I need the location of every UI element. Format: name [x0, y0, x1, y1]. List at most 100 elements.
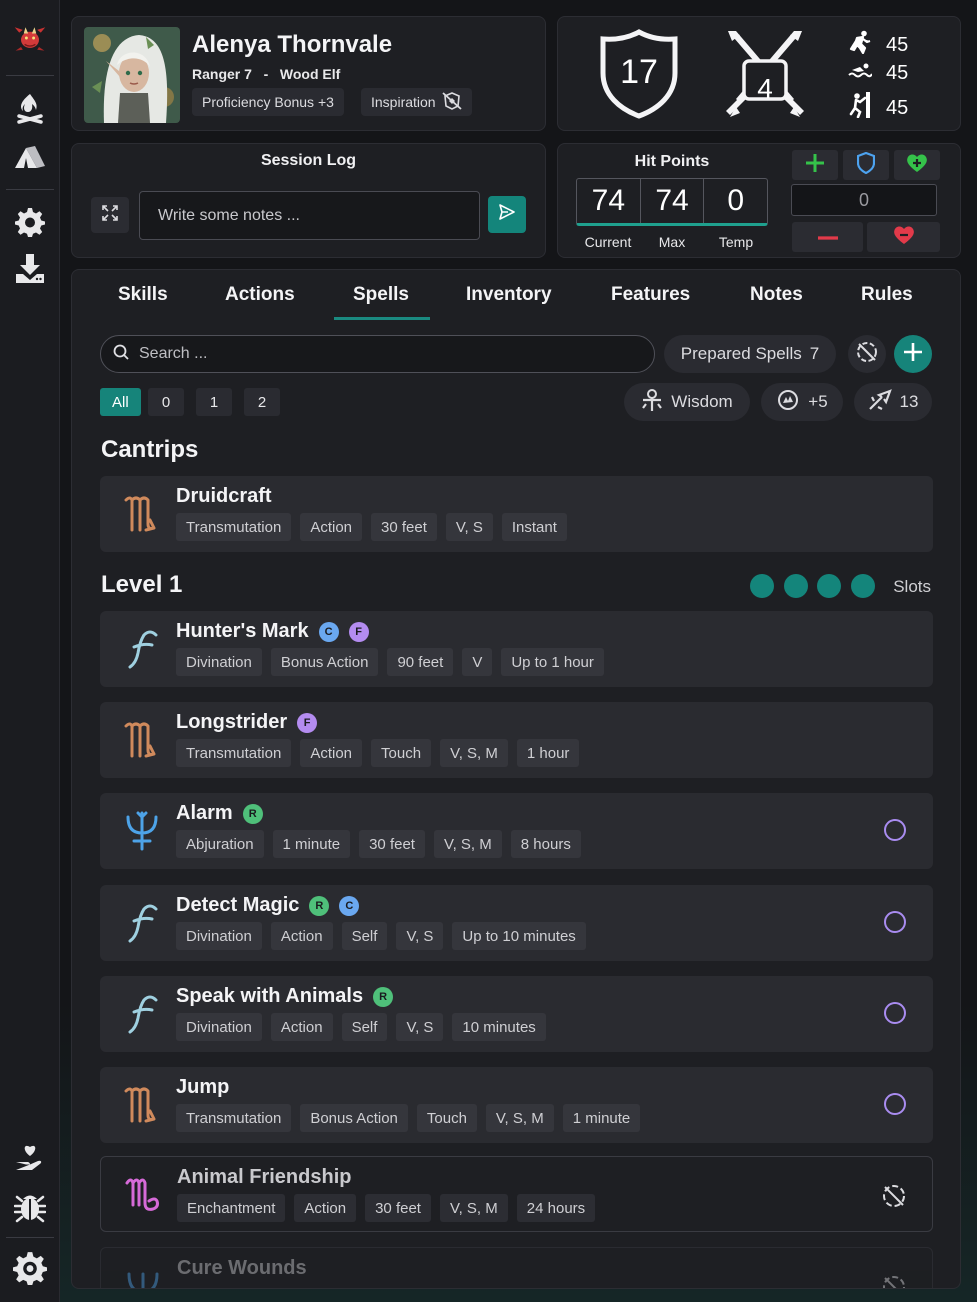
spell-slot-pip[interactable]	[750, 574, 774, 598]
spell-tag: 8 hours	[510, 830, 581, 858]
spell-name-row: Alarm R	[176, 802, 263, 825]
max-hp-heart-button[interactable]	[894, 150, 940, 180]
minus-icon	[817, 228, 839, 246]
hit-points-title: Hit Points	[634, 153, 710, 170]
hp-temp-value[interactable]: 0	[704, 179, 767, 223]
prepared-spells-pill[interactable]: Prepared Spells 7	[664, 335, 836, 373]
concentration-badge: C	[339, 895, 360, 916]
temp-hp-shield-button[interactable]	[843, 150, 889, 180]
tab-notes[interactable]: Notes	[750, 284, 803, 306]
filter-level-0[interactable]: 0	[148, 388, 184, 416]
send-note-button[interactable]	[488, 196, 526, 233]
spell-row[interactable]: Detect Magic R C Divination Action Self V, S Up…	[100, 885, 933, 961]
prepare-spell-toggle[interactable]	[884, 819, 906, 841]
spell-tag: Action	[300, 739, 363, 767]
sidebar-divider	[6, 75, 54, 76]
send-icon	[498, 203, 516, 226]
spell-name-row: Cure Wounds	[177, 1257, 307, 1280]
spell-tag: V	[462, 648, 493, 676]
app-sidebar	[0, 0, 60, 1302]
damage-heart-button[interactable]	[867, 222, 940, 252]
add-spell-button[interactable]	[894, 335, 932, 373]
camp-tent-icon[interactable]	[12, 139, 48, 175]
spell-tags: Transmutation Bonus Action Touch V, S, M 1 m…	[176, 1104, 641, 1132]
download-icon[interactable]	[12, 250, 48, 286]
spell-row[interactable]: Longstrider F Transmutation Action Touch V, S…	[100, 702, 933, 778]
tab-bar: Skills Actions Spells Inventory Features…	[72, 270, 960, 325]
spell-slot-pip[interactable]	[817, 574, 842, 598]
spell-attack-bonus-pill[interactable]: +5	[761, 383, 843, 421]
spell-row[interactable]: Animal Friendship Enchantment Action 30 fee…	[100, 1156, 933, 1232]
tab-spells[interactable]: Spells	[353, 284, 409, 306]
hp-amount-input[interactable]	[791, 184, 937, 216]
tab-inventory[interactable]: Inventory	[466, 284, 552, 306]
bug-report-icon[interactable]	[12, 1188, 48, 1224]
spell-name-row: Speak with Animals R	[176, 985, 394, 1008]
walk-speed: 45	[848, 30, 908, 60]
spell-row[interactable]: Cure Wounds	[100, 1247, 933, 1288]
session-log-title: Session Log	[260, 152, 357, 169]
transmutation-school-icon	[118, 716, 166, 764]
spellcasting-ability-label: Wisdom	[671, 392, 733, 411]
tab-skills[interactable]: Skills	[118, 284, 168, 306]
spell-row[interactable]: Alarm R Abjuration 1 minute 30 feet V, S, M 8 …	[100, 793, 933, 869]
spell-slot-pip[interactable]	[851, 574, 876, 598]
spell-tag: Transmutation	[176, 1104, 292, 1132]
spell-name: Druidcraft	[176, 485, 272, 507]
hide-unprepared-toggle[interactable]	[848, 335, 886, 373]
spell-row[interactable]: Druidcraft Transmutation Action 30 feet V, S…	[100, 476, 933, 552]
spell-name: Speak with Animals	[176, 985, 364, 1007]
tab-features[interactable]: Features	[611, 284, 690, 306]
spell-name-row: Druidcraft	[176, 485, 272, 508]
spell-tag: V, S	[396, 1013, 444, 1041]
filter-level-1[interactable]: 1	[196, 388, 232, 416]
spell-tag: Divination	[176, 922, 262, 950]
filter-level-2[interactable]: 2	[244, 388, 280, 416]
tab-actions[interactable]: Actions	[225, 284, 295, 306]
expand-log-button[interactable]	[91, 197, 129, 233]
spellcasting-ability-pill[interactable]: Wisdom	[624, 383, 750, 421]
proficiency-bonus-label: Proficiency Bonus +3	[202, 94, 334, 110]
heal-plus-button[interactable]	[792, 150, 838, 180]
prepare-spell-toggle[interactable]	[884, 1002, 906, 1024]
campfire-icon[interactable]	[12, 90, 48, 126]
armor-class-shield-icon[interactable]: 17	[598, 29, 680, 119]
donate-heart-hand-icon[interactable]	[12, 1140, 48, 1176]
spell-row[interactable]: Jump Transmutation Bonus Action Touch V, S, …	[100, 1067, 933, 1143]
spell-row[interactable]: Speak with Animals R Divination Action Self V…	[100, 976, 933, 1052]
hp-max-value[interactable]: 74	[641, 179, 705, 223]
spell-tag: Transmutation	[176, 513, 292, 541]
spell-search-input[interactable]	[139, 345, 619, 363]
spell-save-dc-pill[interactable]: 13	[854, 383, 932, 421]
spell-tag: Self	[341, 1013, 388, 1041]
climb-speed: 45	[848, 92, 908, 124]
settings-gear-icon[interactable]	[12, 204, 48, 240]
tab-rules[interactable]: Rules	[861, 284, 913, 306]
search-icon	[113, 344, 129, 365]
session-notes-input[interactable]	[139, 191, 480, 240]
spell-name: Hunter's Mark	[176, 620, 309, 642]
dragon-logo-icon[interactable]	[12, 20, 48, 56]
spell-tag: Bonus Action	[270, 648, 379, 676]
spell-tags: Divination Action Self V, S 10 minutes	[176, 1013, 546, 1041]
damage-minus-button[interactable]	[792, 222, 863, 252]
prepare-spell-toggle[interactable]	[884, 1093, 906, 1115]
inspiration-toggle[interactable]: Inspiration	[361, 88, 472, 116]
spell-name-row: Jump	[176, 1076, 229, 1099]
hp-current-value[interactable]: 74	[577, 179, 641, 223]
sidebar-divider	[6, 189, 54, 190]
enchantment-school-icon	[119, 1171, 167, 1219]
prepare-spell-toggle[interactable]	[884, 911, 906, 933]
combat-stats-card: 17 4 45 45 45	[557, 16, 961, 131]
initiative-crossed-swords-icon[interactable]: 4	[724, 27, 806, 121]
spell-tag: Transmutation	[176, 739, 292, 767]
spell-search[interactable]	[100, 335, 655, 373]
character-card: Alenya Thornvale Ranger 7 - Wood Elf Pro…	[71, 16, 546, 131]
filter-level-all[interactable]: All	[100, 388, 141, 416]
character-portrait[interactable]	[84, 27, 180, 123]
spell-slot-pip[interactable]	[783, 574, 808, 598]
spell-row[interactable]: Hunter's Mark C F Divination Bonus Action 90 …	[100, 611, 933, 687]
app-settings-gear-icon[interactable]	[12, 1250, 48, 1286]
inspiration-off-icon	[441, 91, 462, 113]
divination-school-icon	[118, 990, 166, 1038]
